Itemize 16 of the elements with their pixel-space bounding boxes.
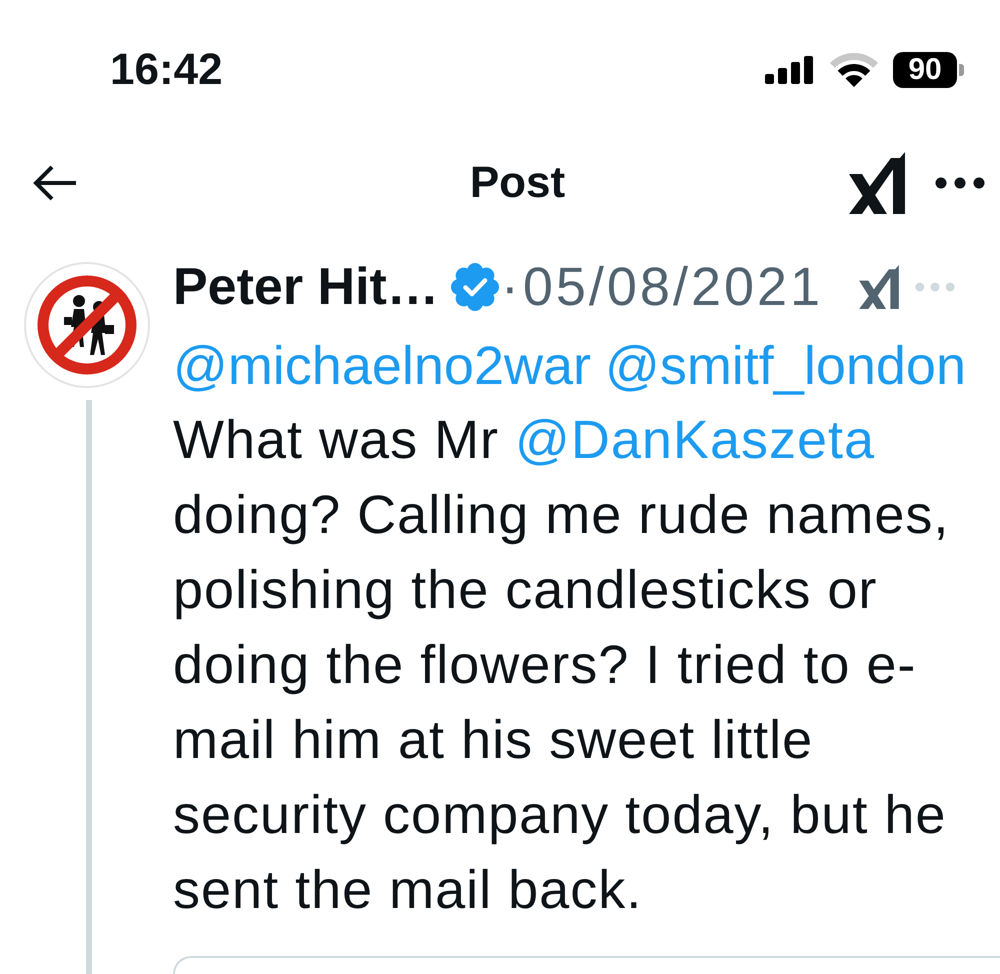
diagonal-strokes-icon[interactable] — [849, 152, 905, 214]
clock-time: 16:42 — [110, 45, 223, 95]
page-title: Post — [468, 158, 566, 208]
mention-link[interactable]: @DanKaszeta — [515, 410, 876, 470]
battery-indicator: 90 — [893, 52, 964, 88]
wifi-icon — [829, 53, 879, 87]
author-name[interactable]: Peter Hit… — [173, 257, 439, 317]
middle-dot: · — [500, 256, 519, 318]
post-date[interactable]: 05/08/2021 — [522, 256, 824, 318]
post-text: What was Mr @DanKaszeta doing? Calling me rude names, polishing the candlesticks or doing the flowers? I tried to e-mail him at his sweet little security company today, but he sent the mail back. — [173, 409, 950, 922]
more-icon[interactable] — [935, 177, 985, 189]
mention-link[interactable]: @smitf_london — [605, 334, 966, 396]
mention-link[interactable]: @michaelno2war — [173, 334, 591, 396]
prohibition-sign-icon[interactable] — [24, 262, 150, 388]
signal-icon — [765, 56, 815, 84]
diagonal-strokes-icon[interactable] — [859, 265, 900, 309]
